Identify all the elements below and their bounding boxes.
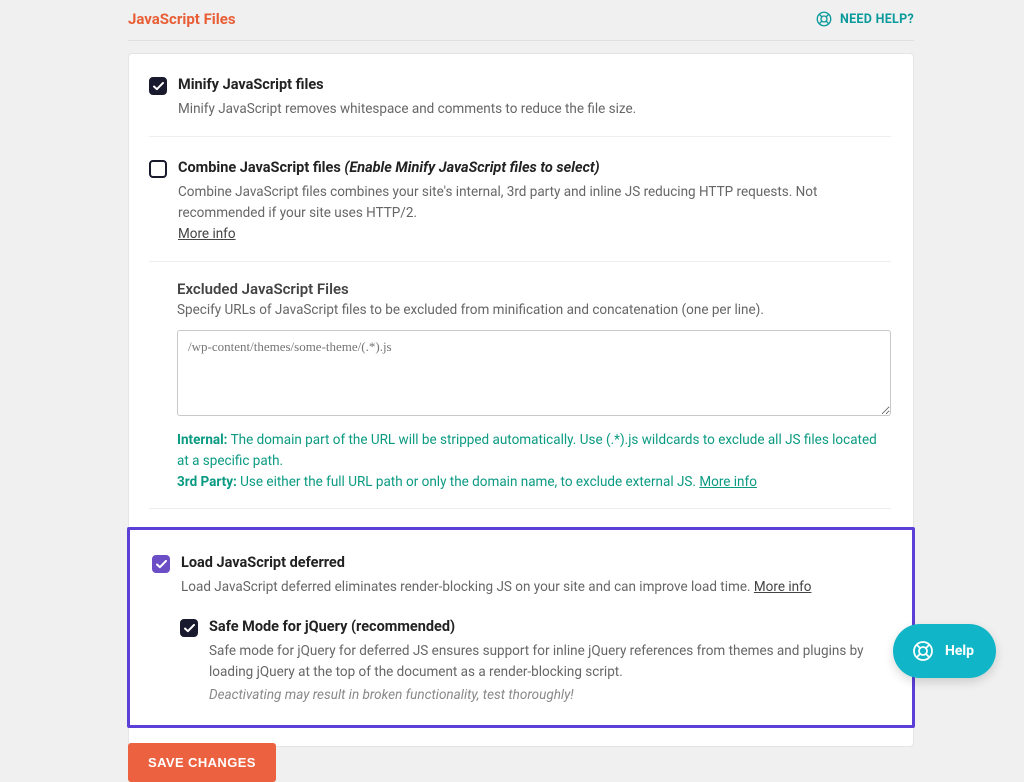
excluded-note: Internal: The domain part of the URL wil… — [177, 430, 891, 493]
note-3rd-text: Use either the full URL path or only the… — [237, 474, 700, 490]
note-internal-text: The domain part of the URL will be strip… — [177, 432, 877, 469]
safemode-checkbox[interactable] — [180, 619, 198, 637]
help-widget[interactable]: Help — [893, 624, 996, 678]
setting-safemode: Safe Mode for jQuery (recommended) Safe … — [180, 618, 888, 703]
combine-more-info[interactable]: More info — [178, 226, 236, 242]
save-button[interactable]: SAVE CHANGES — [128, 743, 276, 782]
combine-body: Combine JavaScript files (Enable Minify … — [178, 159, 891, 245]
defer-desc-text: Load JavaScript deferred eliminates rend… — [181, 579, 754, 595]
combine-hint: (Enable Minify JavaScript files to selec… — [344, 159, 599, 176]
setting-combine: Combine JavaScript files (Enable Minify … — [149, 155, 891, 262]
combine-label-text: Combine JavaScript files — [178, 159, 341, 176]
defer-label: Load JavaScript deferred — [181, 554, 888, 571]
safemode-warn: Deactivating may result in broken functi… — [209, 687, 888, 703]
minify-body: Minify JavaScript files Minify JavaScrip… — [178, 76, 891, 120]
excluded-block: Excluded JavaScript Files Specify URLs o… — [149, 280, 891, 510]
minify-checkbox[interactable] — [149, 77, 167, 95]
minify-label: Minify JavaScript files — [178, 76, 891, 93]
check-icon — [156, 560, 167, 569]
combine-desc: Combine JavaScript files combines your s… — [178, 182, 891, 245]
defer-more-info[interactable]: More info — [754, 579, 812, 595]
lifebuoy-icon — [815, 10, 833, 28]
safemode-label: Safe Mode for jQuery (recommended) — [209, 618, 888, 635]
check-icon — [184, 624, 195, 633]
excluded-more-info[interactable]: More info — [699, 474, 757, 490]
section-title: JavaScript Files — [128, 10, 236, 28]
excluded-sub: Specify URLs of JavaScript files to be e… — [177, 302, 891, 318]
help-widget-label: Help — [945, 643, 974, 659]
settings-page: JavaScript Files NEED HELP? Minify JavaS… — [0, 0, 1024, 708]
safemode-desc: Safe mode for jQuery for deferred JS ens… — [209, 641, 888, 683]
defer-body: Load JavaScript deferred Load JavaScript… — [181, 554, 888, 598]
excluded-textarea[interactable] — [177, 330, 891, 416]
defer-highlight-group: Load JavaScript deferred Load JavaScript… — [127, 527, 915, 728]
note-3rd-label: 3rd Party: — [177, 474, 237, 490]
minify-desc: Minify JavaScript removes whitespace and… — [178, 99, 891, 120]
excluded-title: Excluded JavaScript Files — [177, 280, 891, 298]
safemode-body: Safe Mode for jQuery (recommended) Safe … — [209, 618, 888, 703]
setting-defer: Load JavaScript deferred Load JavaScript… — [152, 550, 888, 598]
need-help-link[interactable]: NEED HELP? — [815, 10, 914, 28]
combine-label: Combine JavaScript files (Enable Minify … — [178, 159, 891, 176]
check-icon — [153, 82, 164, 91]
defer-desc: Load JavaScript deferred eliminates rend… — [181, 577, 888, 598]
settings-card: Minify JavaScript files Minify JavaScrip… — [128, 53, 914, 747]
page-header: JavaScript Files NEED HELP? — [128, 10, 914, 41]
need-help-label: NEED HELP? — [840, 12, 914, 27]
combine-checkbox[interactable] — [149, 160, 167, 178]
note-internal-label: Internal: — [177, 432, 228, 448]
setting-minify: Minify JavaScript files Minify JavaScrip… — [149, 72, 891, 137]
defer-checkbox[interactable] — [152, 555, 170, 573]
lifebuoy-icon — [911, 639, 935, 663]
combine-desc-text: Combine JavaScript files combines your s… — [178, 184, 817, 221]
